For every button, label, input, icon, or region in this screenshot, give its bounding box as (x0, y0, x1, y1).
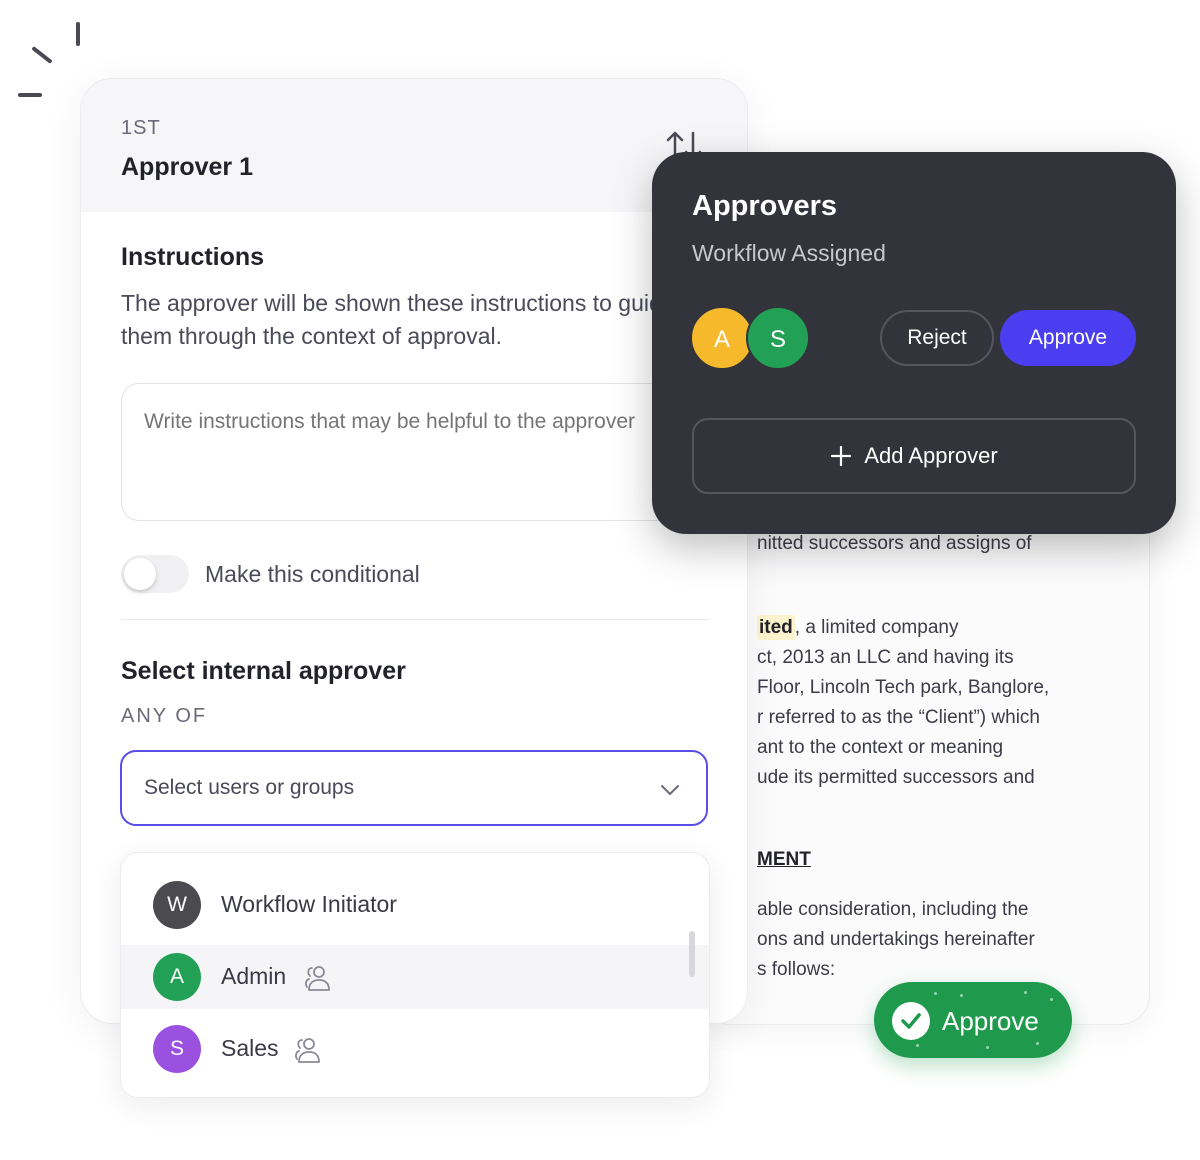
select-approver-title: Select internal approver (121, 657, 406, 685)
group-icon (295, 1038, 320, 1063)
sparkle-dot (1024, 991, 1027, 994)
document-text: able consideration, including the (757, 899, 1029, 920)
sparkle-stroke (31, 46, 53, 64)
document-text: ited, a limited company (757, 615, 959, 640)
sparkle-dot (916, 1044, 919, 1047)
sparkle-stroke (18, 93, 42, 97)
sparkle-dot (986, 1046, 989, 1049)
document-heading: MENT (757, 849, 811, 870)
document-text: r referred to as the “Client”) which (757, 707, 1040, 728)
list-item-label: Sales (221, 1035, 279, 1061)
conditional-toggle[interactable] (121, 555, 189, 593)
instructions-title: Instructions (121, 243, 265, 271)
avatar: W (153, 881, 201, 929)
any-of-label: ANY OF (121, 705, 208, 727)
sparkle-dot (934, 992, 937, 995)
check-circle-icon (892, 1002, 930, 1040)
document-text: nitted successors and assigns of (757, 533, 1032, 554)
add-approver-button[interactable]: Add Approver (692, 418, 1136, 494)
add-approver-label: Add Approver (864, 443, 998, 468)
approve-badge-button[interactable]: Approve (874, 982, 1072, 1058)
select-placeholder: Select users or groups (144, 776, 355, 799)
plus-icon (831, 445, 852, 467)
approver-title: Approver 1 (121, 153, 253, 181)
document-text: s follows: (757, 959, 836, 980)
conditional-label: Make this conditional (205, 561, 420, 587)
group-icon (305, 966, 330, 991)
document-text: ude its permitted successors and (757, 767, 1035, 788)
approver-avatar: S (746, 306, 810, 370)
document-text: Floor, Lincoln Tech park, Banglore, (757, 677, 1050, 698)
approve-button[interactable]: Approve (1000, 310, 1136, 366)
avatar: S (153, 1025, 201, 1073)
instructions-description: The approver will be shown these instruc… (121, 290, 675, 349)
list-item-sales[interactable]: S Sales (121, 1017, 709, 1081)
list-item-admin[interactable]: A Admin (121, 945, 709, 1009)
sparkle-dot (960, 994, 963, 997)
reject-button[interactable]: Reject (880, 310, 994, 366)
sparkle-stroke (76, 22, 80, 46)
approve-badge-label: Approve (942, 1006, 1039, 1036)
approver-avatar: A (690, 306, 754, 370)
chevron-down-icon (661, 785, 679, 795)
divider (121, 619, 709, 620)
sparkle-dot (1036, 1042, 1039, 1045)
list-item-label: Workflow Initiator (221, 891, 397, 917)
list-item-label: Admin (221, 963, 287, 989)
scrollbar[interactable] (689, 931, 695, 977)
document-text: ons and undertakings hereinafter (757, 929, 1035, 950)
user-options-list: W Workflow Initiator A Admin S Sales (120, 852, 710, 1098)
popover-title: Approvers (692, 190, 838, 222)
users-groups-select[interactable]: Select users or groups (120, 750, 708, 826)
toggle-knob (124, 558, 156, 590)
document-text: ant to the context or meaning (757, 737, 1004, 758)
avatar: A (153, 953, 201, 1001)
document-text: ct, 2013 an LLC and having its (757, 647, 1014, 668)
approvers-popover: Approvers Workflow Assigned A S Reject A… (652, 152, 1176, 534)
list-item-workflow-initiator[interactable]: W Workflow Initiator (121, 873, 709, 937)
highlighted-text: ited (757, 615, 795, 640)
card-header: 1ST Approver 1 (81, 79, 747, 212)
sparkle-dot (1050, 998, 1053, 1001)
popover-subtitle: Workflow Assigned (692, 240, 886, 266)
approver-order: 1ST (121, 117, 161, 139)
document-text: , a limited company (794, 617, 959, 638)
instructions-input[interactable] (121, 383, 721, 521)
